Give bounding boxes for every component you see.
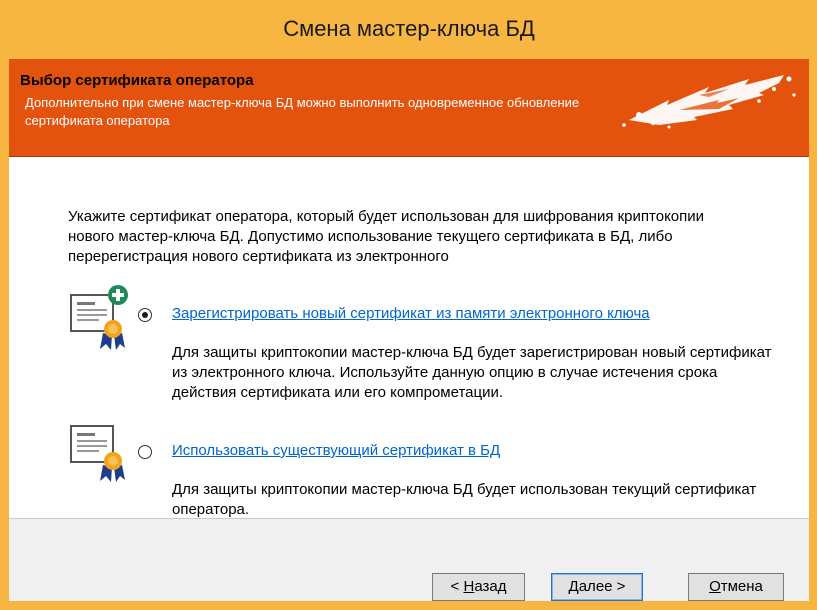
banner-description: Дополнительно при смене мастер-ключа БД … xyxy=(25,95,580,128)
cancel-button-label: тмена xyxy=(720,578,763,595)
wizard-window: Смена мастер-ключа БД Выбор сертификата … xyxy=(0,0,817,610)
radio-register-new[interactable] xyxy=(138,308,152,322)
option-use-existing-description: Для защиты криптокопии мастер-ключа БД б… xyxy=(172,481,757,518)
back-button-prefix: < xyxy=(450,578,464,595)
back-button-label: азад xyxy=(474,578,507,595)
header-banner: Выбор сертификата оператора Дополнительн… xyxy=(9,59,809,157)
back-button[interactable]: < Назад xyxy=(432,573,525,601)
radio-use-existing[interactable] xyxy=(138,445,152,459)
content-area: Укажите сертификат оператора, который бу… xyxy=(9,157,809,518)
banner-title: Выбор сертификата оператора xyxy=(20,72,254,89)
back-button-mnemonic: Н xyxy=(463,578,475,595)
next-button-mnemonic: Д xyxy=(568,578,579,595)
title-bar[interactable]: Смена мастер-ключа БД xyxy=(9,0,809,59)
certificate-icon xyxy=(70,425,125,482)
banner-decoration-icon xyxy=(622,75,796,129)
intro-text: Укажите сертификат оператора, который бу… xyxy=(68,208,705,265)
option-register-new-description: Для защиты криптокопии мастер-ключа БД б… xyxy=(172,344,772,401)
next-button[interactable]: Далее > xyxy=(551,573,643,601)
footer-separator xyxy=(9,518,809,519)
option-register-new-link[interactable]: Зарегистрировать новый сертификат из пам… xyxy=(172,305,650,322)
window-title: Смена мастер-ключа БД xyxy=(283,16,535,41)
cancel-button-mnemonic: О xyxy=(709,578,721,595)
cancel-button[interactable]: Отмена xyxy=(688,573,784,601)
option-use-existing-link[interactable]: Использовать существующий сертификат в Б… xyxy=(172,442,500,459)
next-button-label: алее > xyxy=(578,578,626,595)
certificate-add-icon xyxy=(70,285,128,350)
